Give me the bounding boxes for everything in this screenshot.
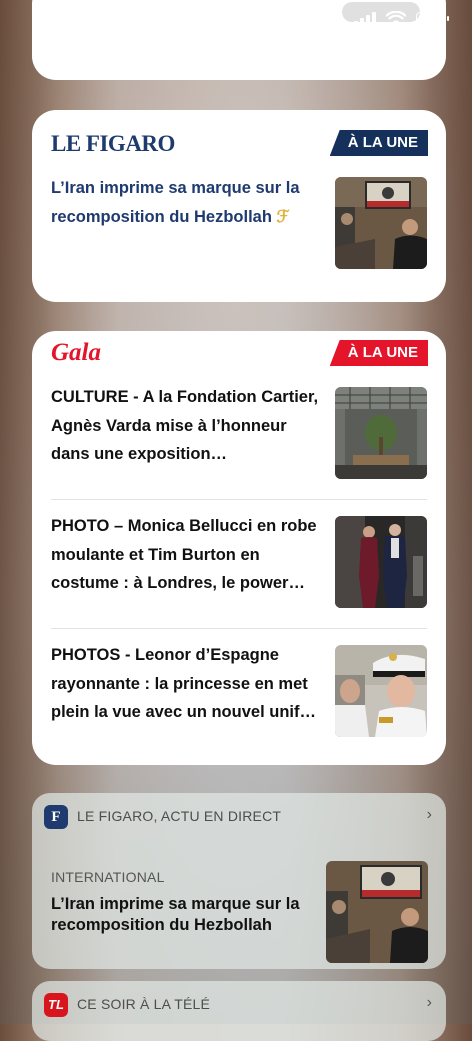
figaro-headline[interactable]: L’Iran imprime sa marque sur la recompos… xyxy=(51,174,323,231)
battery-icon xyxy=(416,11,449,26)
notification-app-name: CE SOIR À LA TÉLÉ xyxy=(77,996,211,1012)
wifi-icon xyxy=(386,11,406,25)
chevron-right-icon[interactable]: › xyxy=(427,806,432,824)
gala-article-1-text: CULTURE - A la Fondation Cartier, Agnès … xyxy=(51,388,319,463)
status-icons xyxy=(354,11,449,26)
figaro-article-thumbnail[interactable] xyxy=(335,177,427,269)
a-la-une-tag: À LA UNE xyxy=(329,130,428,156)
gala-article-2-text: PHOTO – Monica Bellucci en robe moulante… xyxy=(51,517,317,592)
notification-thumbnail xyxy=(326,861,428,963)
notification-headline: L’Iran imprime sa marque sur la recompos… xyxy=(51,895,300,934)
gala-article-3-thumbnail xyxy=(335,645,427,737)
figaro-live-notification[interactable]: F LE FIGARO, ACTU EN DIRECT › INTERNATIO… xyxy=(32,793,446,969)
a-la-une-tag: À LA UNE xyxy=(329,340,428,366)
notification-category: INTERNATIONAL xyxy=(51,869,165,885)
divider xyxy=(51,628,427,629)
tele-app-icon: TL xyxy=(44,993,68,1017)
gala-widget[interactable]: Gala À LA UNE CULTURE - A la Fondation C… xyxy=(32,331,446,765)
status-bar: 11:31 xyxy=(0,0,472,40)
figaro-app-icon: F xyxy=(44,805,68,829)
figaro-widget[interactable]: LE FIGARO À LA UNE L’Iran imprime sa mar… xyxy=(32,110,446,302)
gala-article-1-thumbnail xyxy=(335,387,427,479)
gala-article-3-text: PHOTOS - Leonor d’Espagne rayonnante : l… xyxy=(51,646,316,721)
figaro-logo: LE FIGARO xyxy=(51,131,175,156)
gala-article-2-thumbnail xyxy=(335,516,427,608)
notification-app-name: LE FIGARO, ACTU EN DIRECT xyxy=(77,808,282,824)
status-time: 11:31 xyxy=(52,9,103,31)
tele-notification[interactable]: TL CE SOIR À LA TÉLÉ › xyxy=(32,981,446,1041)
figaro-headline-text: L’Iran imprime sa marque sur la recompos… xyxy=(51,179,300,226)
chevron-right-icon[interactable]: › xyxy=(427,994,432,1012)
divider xyxy=(51,499,427,500)
cellular-signal-icon xyxy=(354,11,376,26)
gala-logo: Gala xyxy=(51,339,101,366)
figaro-premium-icon: ℱ xyxy=(276,206,290,226)
